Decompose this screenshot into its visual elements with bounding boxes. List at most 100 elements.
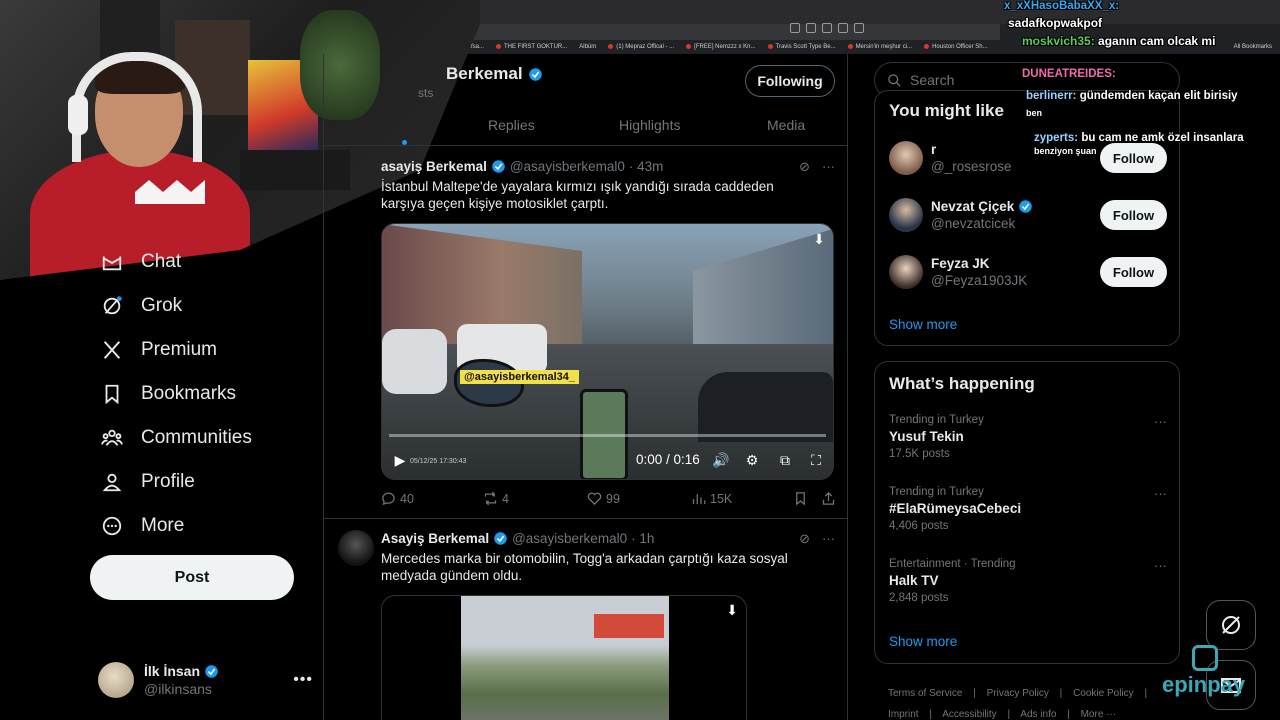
like-button[interactable]: 99 — [587, 491, 620, 506]
nav-item-grok[interactable]: Grok — [90, 284, 320, 328]
nav-item-chat[interactable]: Chat — [90, 240, 320, 284]
nav-item-profile[interactable]: Profile — [90, 460, 320, 504]
tweet-video[interactable]: @asayisberkemal34_ ⬇ ▶ 05/12/25 17:30:43… — [381, 223, 834, 480]
search-placeholder: Search — [910, 72, 955, 88]
follow-button[interactable]: Follow — [1100, 257, 1167, 287]
headset — [72, 52, 202, 162]
share-button[interactable] — [821, 491, 836, 506]
trend-item[interactable]: Trending in Turkey Yusuf Tekin 17.5K pos… — [889, 414, 1167, 460]
repost-button[interactable]: 4 — [483, 491, 509, 506]
nav-item-bookmarks[interactable]: Bookmarks — [90, 372, 320, 416]
more-options-icon[interactable]: ··· — [1154, 486, 1167, 501]
reply-button[interactable]: 40 — [381, 491, 414, 506]
bookmark-item[interactable]: Albüm — [579, 44, 596, 50]
nav-item-communities[interactable]: Communities — [90, 416, 320, 460]
following-button[interactable]: Following — [745, 65, 835, 97]
grok-icon[interactable]: ⊘ — [799, 531, 810, 547]
footer-link[interactable]: Ads info — [1020, 709, 1056, 720]
account-switcher[interactable]: İlk İnsan @ilkinsans ••• — [98, 658, 313, 702]
chat-username: sadafkopwakpof — [1008, 16, 1103, 30]
show-more-link[interactable]: Show more — [889, 634, 957, 649]
grok-floating-button[interactable] — [1206, 600, 1256, 650]
tab-highlights[interactable]: Highlights — [619, 117, 680, 133]
footer-link[interactable]: Privacy Policy — [987, 688, 1049, 699]
footer-line: Imprint | Accessibility | Ads info | Mor… — [888, 704, 1178, 720]
unread-indicator — [402, 140, 407, 145]
chat-message: ben — [1026, 108, 1042, 118]
footer-link[interactable]: Accessibility — [942, 709, 996, 720]
address-bar[interactable] — [440, 24, 1000, 40]
share-icon[interactable] — [790, 23, 800, 33]
tweet-video[interactable]: ⬇ — [381, 595, 747, 720]
follow-button[interactable]: Follow — [1100, 200, 1167, 230]
more-options-icon[interactable]: ··· — [1154, 558, 1167, 573]
profile-header-name: Berkemal — [446, 64, 543, 84]
like-count: 99 — [606, 491, 620, 506]
bookmark-item[interactable]: [FREE] Nemzzz x Kn... — [686, 43, 756, 50]
trend-item[interactable]: Entertainment · Trending Halk TV 2,848 p… — [889, 558, 1167, 604]
tweet-handle[interactable]: @asayisberkemal0 — [510, 159, 625, 174]
settings-icon[interactable]: ⚙ — [743, 452, 761, 468]
avatar[interactable] — [338, 530, 374, 566]
more-options-icon[interactable]: ··· — [822, 159, 835, 175]
download-icon[interactable]: ⬇ — [726, 602, 738, 619]
chat-message: moskvich35: aganın cam olcak mi — [1022, 34, 1215, 48]
bookmark-star-icon[interactable] — [822, 23, 832, 33]
repost-count: 4 — [502, 491, 509, 506]
bookmark-favicon-icon — [924, 43, 930, 49]
follow-suggestion[interactable]: Nevzat Çiçek @nevzatcicek Follow — [889, 195, 1167, 235]
nav-item-more[interactable]: More — [90, 504, 320, 548]
suggestion-info: Nevzat Çiçek @nevzatcicek — [931, 199, 1033, 231]
more-options-icon[interactable]: ••• — [293, 671, 313, 689]
bookmark-item[interactable]: Houston Officer Sh... — [924, 43, 988, 50]
post-button[interactable]: Post — [90, 555, 294, 600]
footer-link[interactable]: More ··· — [1081, 709, 1117, 720]
tweet-time[interactable]: · 43m — [629, 159, 664, 174]
download-icon[interactable]: ⬇ — [813, 231, 825, 248]
more-options-icon[interactable]: ··· — [1154, 414, 1167, 429]
nav-item-premium[interactable]: Premium — [90, 328, 320, 372]
bookmark-item[interactable]: Travis Scott Type Be... — [767, 43, 836, 51]
bookmark-item[interactable]: (1) Mepraz Offical - ... — [608, 43, 675, 51]
zoom-icon[interactable] — [806, 23, 816, 33]
views-button[interactable]: 15K — [691, 491, 732, 506]
tweet-time[interactable]: · 1h — [631, 531, 654, 546]
footer-link[interactable]: Imprint — [888, 709, 919, 720]
pip-icon[interactable]: ⧉ — [776, 452, 794, 468]
trend-name: Yusuf Tekin — [889, 429, 964, 444]
bookmark-label: Travis Scott Type Be... — [775, 44, 836, 51]
bookmark-item[interactable]: THE FIRST GOKTUR... — [496, 43, 567, 50]
bookmark-label: (1) Mepraz Offical - ... — [616, 44, 675, 51]
brave-shield-icon[interactable] — [838, 23, 848, 33]
video-watermark: @asayisberkemal34_ — [460, 370, 580, 384]
chat-username: moskvich35: — [1022, 34, 1095, 48]
bookmark-icon — [796, 492, 805, 506]
play-icon[interactable]: ▶ — [391, 452, 409, 468]
volume-icon[interactable]: 🔊 — [712, 452, 730, 468]
more-circle-icon — [98, 512, 126, 540]
more-options-icon[interactable]: ··· — [822, 531, 835, 547]
views-icon — [692, 494, 706, 505]
trend-item[interactable]: Trending in Turkey #ElaRümeysaCebeci 4,4… — [889, 486, 1167, 532]
whats-happening-card: What’s happening Trending in Turkey Yusu… — [874, 361, 1180, 664]
bookmark-button[interactable] — [793, 491, 808, 506]
video-progress-bar[interactable] — [389, 434, 826, 437]
tweet-author[interactable]: asayiş Berkemal — [381, 159, 487, 174]
tab-media[interactable]: Media — [767, 117, 805, 133]
follow-suggestion[interactable]: Feyza JK @Feyza1903JK Follow — [889, 252, 1167, 292]
account-name: İlk İnsan — [144, 663, 219, 679]
grok-icon[interactable]: ⊘ — [799, 159, 810, 175]
fullscreen-icon[interactable]: ⛶ — [807, 452, 825, 468]
show-more-link[interactable]: Show more — [889, 317, 957, 332]
sponsor-logo-icon — [1192, 645, 1218, 671]
profile-post-count: sts — [418, 86, 434, 100]
tab-replies[interactable]: Replies — [488, 117, 535, 133]
tweet-author[interactable]: Asayiş Berkemal — [381, 531, 489, 546]
bookmark-item[interactable]: Mersin'in meşhur ci... — [847, 43, 912, 50]
tweet-handle[interactable]: @asayisberkemal0 — [512, 531, 627, 546]
rewards-icon[interactable] — [854, 23, 864, 33]
footer-link[interactable]: Cookie Policy — [1073, 688, 1134, 699]
chat-text: ben — [1026, 108, 1043, 118]
footer-link[interactable]: Terms of Service — [888, 688, 962, 699]
verified-badge-icon — [494, 532, 507, 545]
